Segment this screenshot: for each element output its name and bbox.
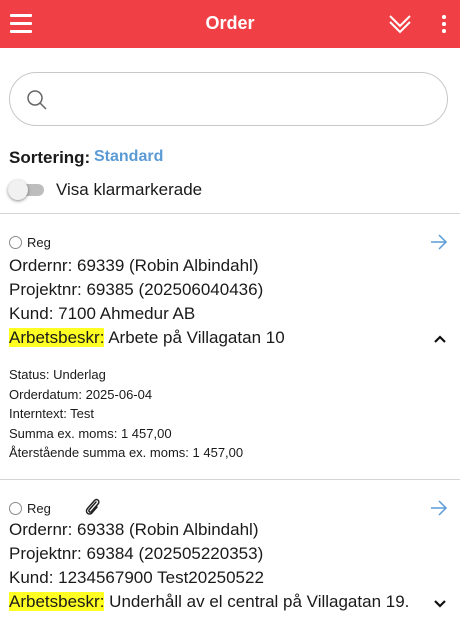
double-chevron-down-icon	[389, 15, 411, 34]
show-completed-label: Visa klarmarkerade	[56, 180, 203, 199]
order-status-label: Reg	[27, 235, 51, 250]
open-order-button[interactable]	[430, 500, 448, 521]
order-date: Orderdatum: 2025-06-04	[9, 387, 153, 402]
project-number: Projektnr: 69384 (202505220353)	[9, 544, 264, 563]
search-input[interactable]	[58, 83, 428, 117]
chevron-down-icon	[434, 600, 446, 608]
collapse-order-button[interactable]	[433, 332, 447, 351]
order-select-radio[interactable]	[9, 236, 22, 249]
work-description: Arbetsbeskr: Underhåll av el central på …	[9, 592, 409, 612]
remaining-sum-ex-vat: Återstående summa ex. moms: 1 457,00	[9, 445, 244, 460]
more-vertical-icon-dot	[442, 29, 446, 33]
customer: Kund: 7100 Ahmedur AB	[9, 304, 196, 323]
order-item[interactable]: Reg Ordernr: 69338 (Robin Albindahl) Pro…	[0, 480, 460, 624]
more-vertical-icon	[442, 15, 446, 19]
collapse-all-button[interactable]	[387, 11, 413, 37]
arrow-right-icon	[431, 500, 448, 516]
show-completed-toggle[interactable]	[8, 180, 46, 200]
work-description-label: Arbetsbeskr:	[9, 592, 105, 611]
app-bar: Order	[0, 0, 460, 48]
arrow-right-icon	[431, 234, 448, 250]
order-number: Ordernr: 69339 (Robin Albindahl)	[9, 256, 259, 275]
customer: Kund: 1234567900 Test20250522	[9, 568, 264, 587]
more-vertical-icon-dot	[442, 22, 446, 26]
order-status: Status: Underlag	[9, 367, 106, 382]
expand-order-button[interactable]	[433, 597, 447, 616]
order-item[interactable]: Reg Ordernr: 69339 (Robin Albindahl) Pro…	[0, 214, 460, 479]
work-description-text: Arbete på Villagatan 10	[104, 328, 285, 347]
work-description: Arbetsbeskr: Arbete på Villagatan 10	[9, 328, 285, 348]
order-status-label: Reg	[27, 501, 51, 516]
more-options-button[interactable]	[434, 12, 454, 36]
search-bar[interactable]	[9, 72, 448, 126]
toggle-thumb	[8, 180, 28, 200]
open-order-button[interactable]	[430, 234, 448, 255]
search-icon	[27, 90, 47, 110]
chevron-up-icon	[434, 335, 446, 343]
work-description-label: Arbetsbeskr:	[9, 328, 105, 347]
sorting-label: Sortering:	[9, 148, 91, 167]
work-description-text: Underhåll av el central på Villagatan 19…	[104, 592, 410, 611]
order-number: Ordernr: 69338 (Robin Albindahl)	[9, 520, 259, 539]
order-select-radio[interactable]	[9, 502, 22, 515]
internal-text: Interntext: Test	[9, 406, 95, 421]
attachment-icon	[82, 496, 102, 523]
project-number: Projektnr: 69385 (202506040436)	[9, 280, 264, 299]
sorting-select[interactable]: Standard	[94, 148, 163, 166]
sum-ex-vat: Summa ex. moms: 1 457,00	[9, 426, 172, 441]
